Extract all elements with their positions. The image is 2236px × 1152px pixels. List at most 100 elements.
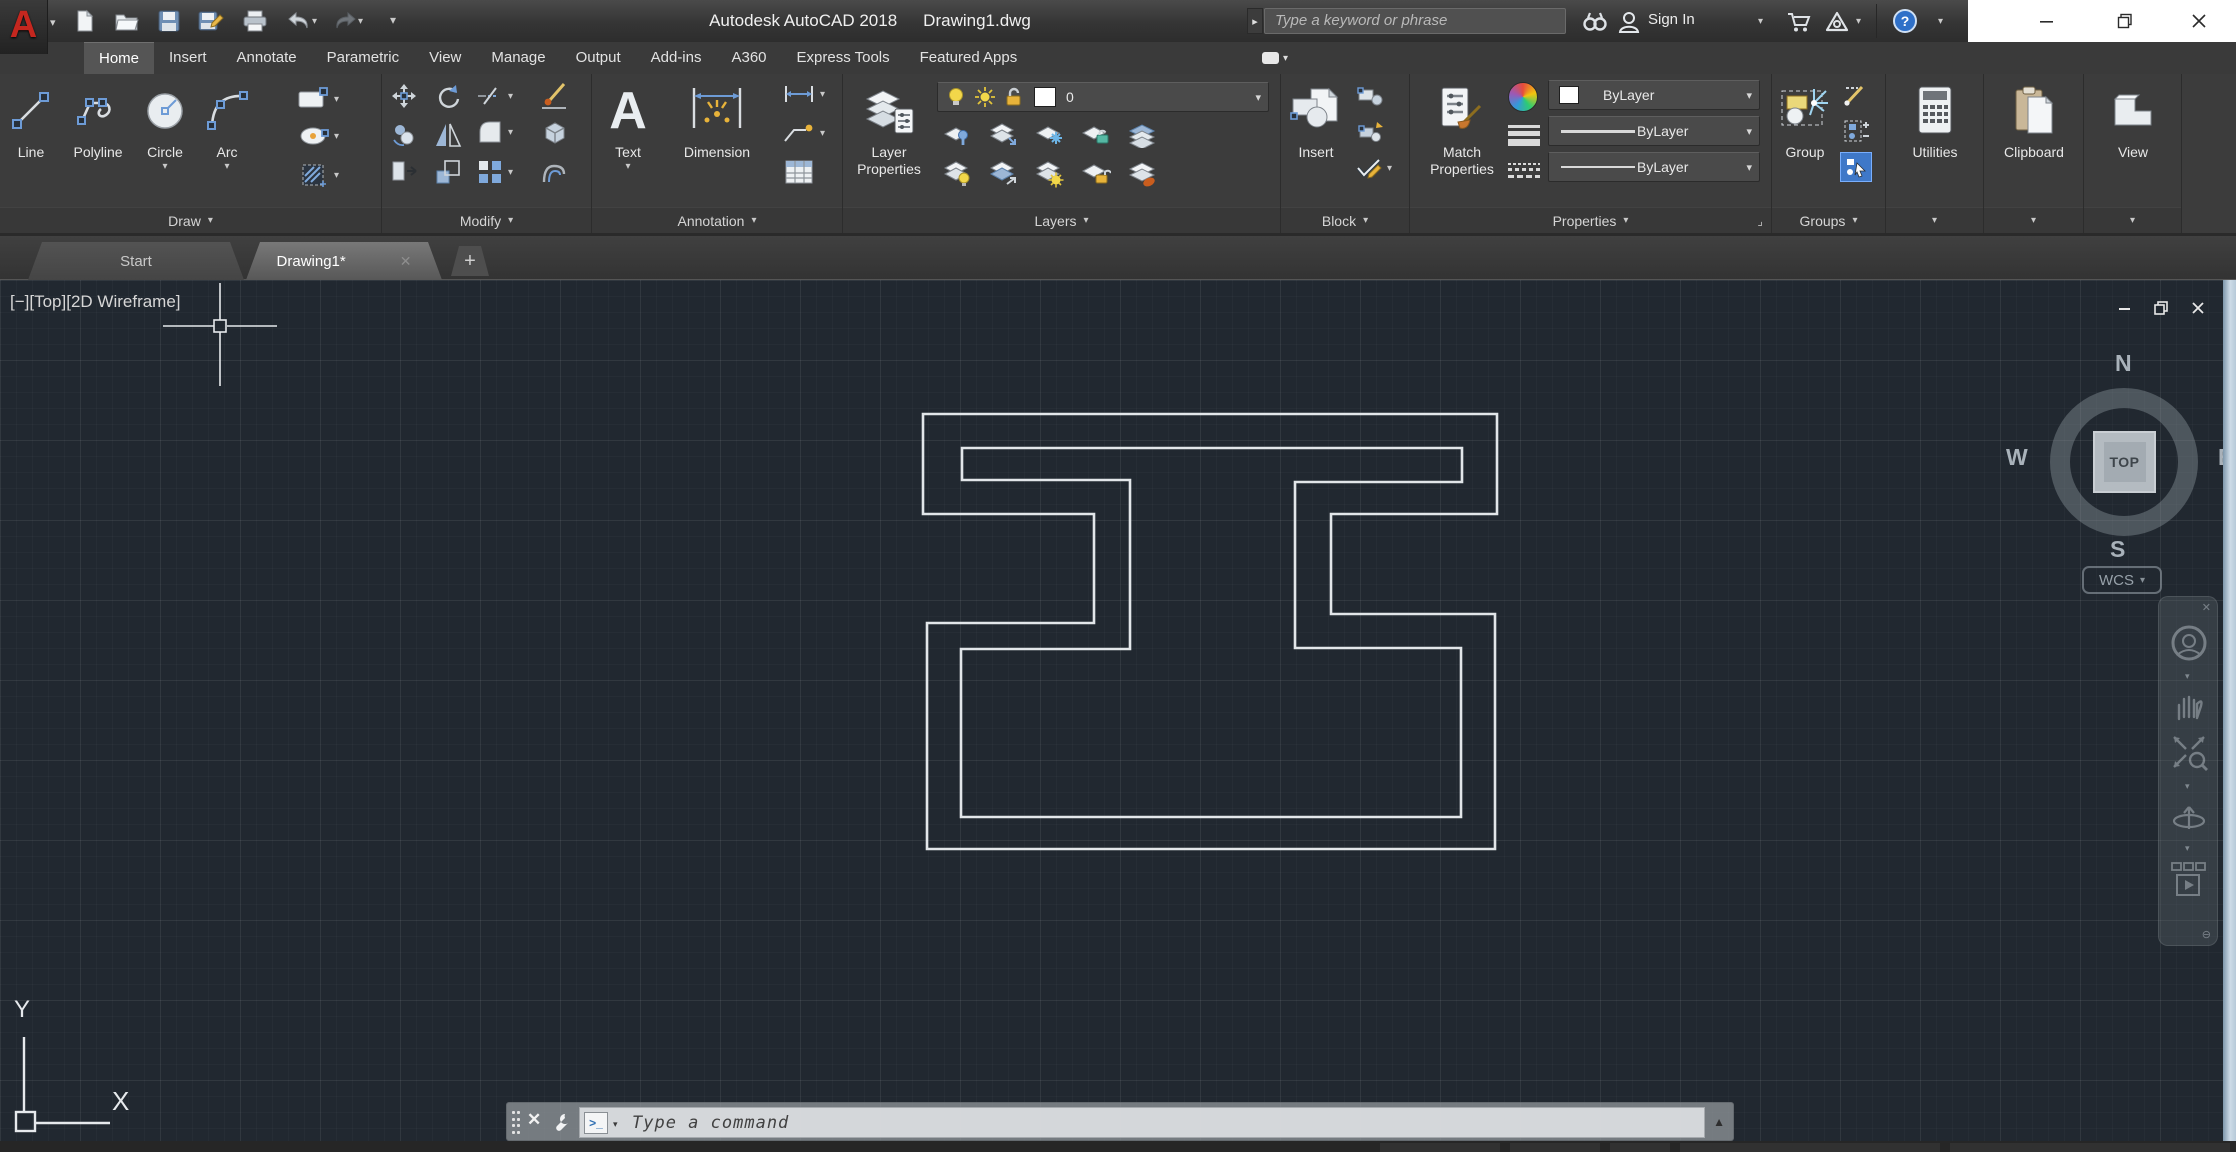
navigation-wheel-icon[interactable] [2167,621,2211,665]
stretch-button[interactable] [390,158,418,184]
navbar-customize-icon[interactable]: ⊖ [2202,928,2211,941]
color-wheel-icon[interactable] [1508,82,1538,112]
leader-button[interactable]: ▾ [782,122,825,144]
wcs-selector[interactable]: WCS ▾ [2082,566,2162,594]
move-button[interactable] [390,82,418,110]
orbit-dropdown[interactable]: ▾ [2185,843,2190,854]
open-button[interactable] [110,7,144,35]
ribbon-tab-a360[interactable]: A360 [716,42,781,74]
lineweight-dropdown[interactable]: ▾ [1746,125,1752,138]
linear-dimension-button[interactable]: ▾ [782,84,825,104]
command-close-button[interactable]: ✕ [527,1110,541,1130]
signin-button[interactable]: Sign In [1648,11,1695,28]
layer-unisolate-icon[interactable] [989,122,1019,148]
layer-thaw-icon[interactable] [1035,160,1065,188]
a360-button[interactable] [1820,8,1854,36]
array-button[interactable]: ▾ [476,158,513,186]
ribbon-tab-add-ins[interactable]: Add-ins [636,42,717,74]
status-button[interactable] [1680,1143,1940,1152]
utilities-button[interactable]: Utilities [1905,78,1965,206]
copy-button[interactable] [390,120,418,148]
showmotion-icon[interactable] [2170,861,2208,901]
save-as-button[interactable] [194,7,228,35]
search-expander-button[interactable]: ▸ [1247,8,1263,34]
circle-dropdown[interactable]: ▾ [136,161,194,172]
trim-dropdown[interactable]: ▾ [508,91,513,102]
block-attributes-button[interactable]: ▾ [1355,156,1392,180]
table-button[interactable] [784,158,814,186]
properties-dialog-launcher[interactable]: ⌟ [1757,214,1763,228]
lineweight-select[interactable]: ByLayer ▾ [1548,116,1760,146]
fillet-button[interactable]: ▾ [476,118,513,146]
layer-off-icon[interactable] [943,160,973,188]
ribbon-tab-home[interactable]: Home [84,42,155,74]
help-dropdown[interactable]: ▾ [1938,16,1943,27]
drawing1-tab-close[interactable]: ✕ [400,253,412,270]
linetype-icon[interactable] [1508,160,1540,182]
layer-properties-button[interactable]: Layer Properties [849,78,929,206]
hatch-button[interactable]: ▾ [298,160,339,190]
a360-dropdown[interactable]: ▾ [1856,16,1861,27]
group-button[interactable]: Group [1774,78,1836,206]
linetype-dropdown[interactable]: ▾ [1746,161,1752,174]
clipboard-button[interactable]: Clipboard [1994,78,2074,206]
viewport-minimize-icon[interactable] [2118,301,2132,315]
polyline-button[interactable]: Polyline [62,78,134,206]
help-button[interactable]: ? [1888,7,1922,35]
navigation-wheel-dropdown[interactable]: ▾ [2185,671,2190,682]
erase-button[interactable] [540,80,570,110]
undo-dropdown[interactable]: ▾ [312,16,317,27]
vertical-scrollbar[interactable] [2223,280,2236,1141]
arc-dropdown[interactable]: ▾ [198,161,256,172]
ellipse-button[interactable]: ▾ [298,124,339,148]
viewcube-top-face[interactable]: TOP [2093,431,2156,493]
arc-button[interactable]: Arc ▾ [198,78,256,206]
view-button[interactable]: View [2103,78,2163,206]
command-prompt-dropdown[interactable]: ▾ [613,1119,618,1130]
panel-strip-annotation[interactable]: Annotation ▾ [592,207,842,233]
object-color-select[interactable]: ByLayer ▾ [1548,80,1760,110]
text-dropdown[interactable]: ▾ [600,161,656,172]
ribbon-display-toggle[interactable]: ▾ [1262,48,1296,68]
insert-button[interactable]: Insert [1285,78,1347,206]
line-button[interactable]: Line [2,78,60,206]
panel-strip-groups[interactable]: Groups ▾ [1772,207,1885,233]
rectangle-button[interactable]: ▾ [296,86,339,112]
orbit-icon[interactable] [2170,799,2208,837]
window-restore-button[interactable] [2090,0,2160,42]
rotate-button[interactable] [434,82,462,110]
viewcube-north[interactable]: N [2115,350,2132,377]
store-button[interactable] [1782,8,1816,36]
panel-strip-block[interactable]: Block ▾ [1281,207,1409,233]
match-properties-button[interactable]: Match Properties [1424,78,1500,206]
command-customize-wrench-icon[interactable] [551,1111,573,1133]
file-tab-drawing1[interactable]: Drawing1* ✕ [246,242,442,280]
rectangle-dropdown[interactable]: ▾ [334,94,339,105]
ribbon-tab-express-tools[interactable]: Express Tools [782,42,905,74]
search-button[interactable] [1578,8,1612,36]
array-dropdown[interactable]: ▾ [508,167,513,178]
window-minimize-button[interactable] [2012,0,2082,42]
zoom-extents-icon[interactable] [2170,733,2208,771]
viewport-close-icon[interactable] [2191,301,2205,315]
layer-unlock-icon[interactable] [1081,160,1111,188]
panel-strip-layers[interactable]: Layers ▾ [843,207,1280,233]
block-edit-button[interactable] [1357,84,1387,108]
new-drawing-tab-button[interactable]: + [451,246,489,276]
layer-delete-icon[interactable] [1127,160,1157,188]
group-edit-button[interactable] [1842,118,1870,144]
status-button[interactable] [1950,1143,2230,1152]
ribbon-tab-featured-apps[interactable]: Featured Apps [905,42,1033,74]
mirror-button[interactable] [434,120,462,148]
viewcube-west[interactable]: W [2006,444,2028,471]
layer-select-dropdown[interactable]: ▾ [1255,91,1261,104]
signin-avatar[interactable] [1612,8,1646,36]
zoom-dropdown[interactable]: ▾ [2185,781,2190,792]
app-menu-button[interactable]: A [0,0,48,54]
panel-strip-properties[interactable]: Properties ▾ ⌟ [1410,207,1771,233]
search-input[interactable]: Type a keyword or phrase [1264,8,1566,34]
viewport-controls-label[interactable]: [−][Top][2D Wireframe] [10,292,181,312]
linetype-select[interactable]: ByLayer ▾ [1548,152,1760,182]
scale-button[interactable] [434,158,462,186]
redo-button[interactable] [328,7,362,35]
